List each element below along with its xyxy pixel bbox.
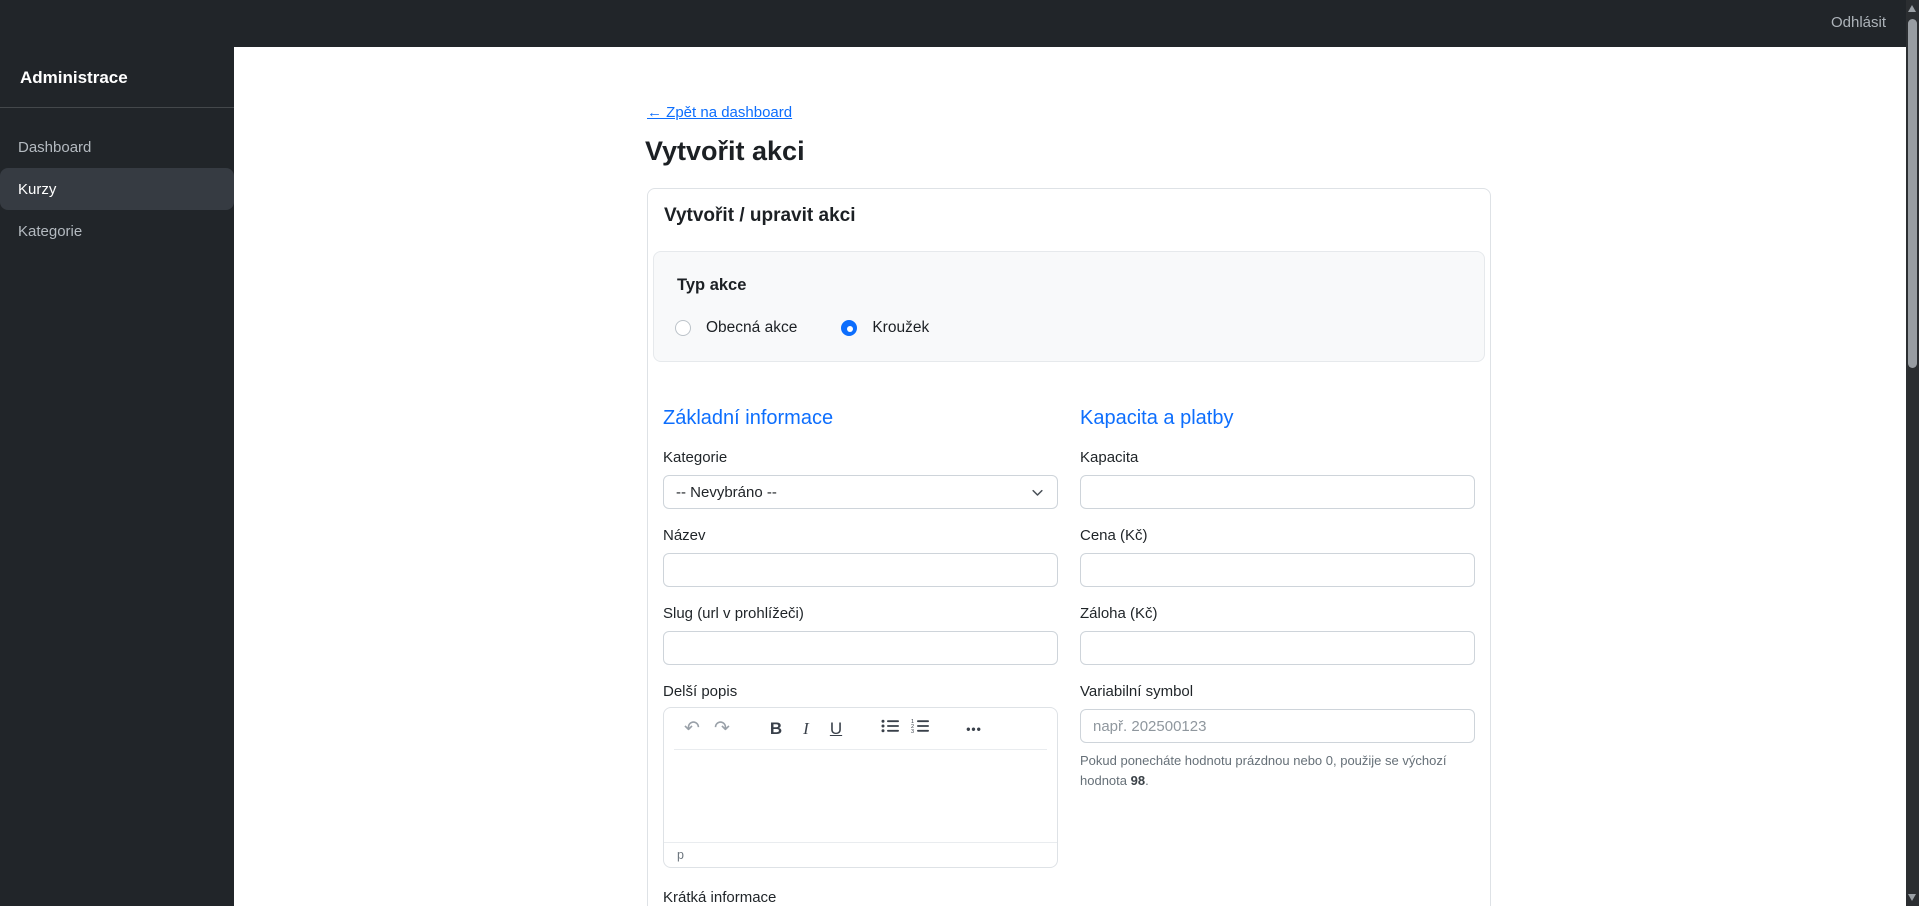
kapacita-label: Kapacita	[1080, 449, 1139, 466]
sidebar-divider	[0, 107, 234, 108]
italic-button[interactable]: I	[794, 717, 818, 741]
variabilni-symbol-label: Variabilní symbol	[1080, 683, 1194, 700]
radio-krouzek-label: Kroužek	[872, 319, 930, 336]
help-text-default-value: 98	[1130, 772, 1146, 788]
undo-icon[interactable]: ↶	[680, 717, 704, 741]
delsi-popis-label: Delší popis	[663, 683, 738, 700]
sidebar-item-kurzy[interactable]: Kurzy	[0, 168, 234, 210]
page-title: Vytvořit akci	[645, 136, 805, 166]
zaloha-input[interactable]	[1080, 631, 1475, 665]
more-tools-button[interactable]: •••	[962, 717, 986, 741]
sidebar-item-kategorie[interactable]: Kategorie	[0, 210, 234, 252]
chevron-down-icon	[1032, 489, 1043, 496]
kategorie-select[interactable]: -- Nevybráno --	[663, 475, 1058, 509]
editor-content[interactable]	[664, 750, 1057, 842]
back-to-dashboard-link[interactable]: ← Zpět na dashboard	[647, 104, 792, 121]
nazev-input[interactable]	[663, 553, 1058, 587]
slug-input[interactable]	[663, 631, 1058, 665]
rich-text-editor: ↶ ↷ B I U 1 2 3 ••• p	[663, 707, 1058, 868]
kapacita-input[interactable]	[1080, 475, 1475, 509]
type-akce-options: Obecná akce Kroužek	[675, 319, 929, 337]
help-text-suffix: .	[1145, 772, 1149, 788]
radio-unchecked-icon[interactable]	[675, 320, 691, 336]
variabilni-symbol-input[interactable]	[1080, 709, 1475, 743]
radio-krouzek[interactable]: Kroužek	[841, 319, 929, 337]
logout-link[interactable]: Odhlásit	[1831, 14, 1886, 31]
sidebar-nav: Dashboard Kurzy Kategorie	[0, 126, 234, 252]
topbar: Odhlásit	[0, 0, 1919, 47]
sidebar-item-dashboard[interactable]: Dashboard	[0, 126, 234, 168]
redo-icon[interactable]: ↷	[710, 717, 734, 741]
scroll-down-arrow-icon[interactable]	[1908, 894, 1916, 901]
numbered-list-icon[interactable]: 1 2 3	[908, 717, 932, 741]
app-title: Administrace	[20, 68, 128, 87]
bullet-list-icon[interactable]	[878, 717, 902, 741]
type-akce-panel: Typ akce Obecná akce Kroužek	[653, 251, 1485, 362]
radio-obecna-akce[interactable]: Obecná akce	[675, 319, 797, 337]
variabilni-symbol-help: Pokud ponecháte hodnotu prázdnou nebo 0,…	[1080, 751, 1475, 790]
editor-toolbar: ↶ ↷ B I U 1 2 3 •••	[664, 708, 1057, 749]
kategorie-selected-value: -- Nevybráno --	[676, 483, 777, 501]
radio-checked-icon[interactable]	[841, 320, 858, 336]
scroll-up-arrow-icon[interactable]	[1908, 5, 1916, 12]
vertical-scrollbar[interactable]	[1906, 0, 1919, 906]
editor-block-type: p	[677, 848, 684, 862]
svg-text:3: 3	[911, 729, 914, 734]
scrollbar-thumb[interactable]	[1908, 19, 1917, 368]
slug-label: Slug (url v prohlížeči)	[663, 605, 804, 622]
basic-info-column: Základní informace Kategorie -- Nevybrán…	[663, 405, 1058, 906]
capacity-payments-column: Kapacita a platby Kapacita Cena (Kč) Zál…	[1080, 405, 1475, 790]
underline-button[interactable]: U	[824, 717, 848, 741]
sidebar: Administrace Dashboard Kurzy Kategorie	[0, 0, 234, 906]
basic-info-heading: Základní informace	[663, 407, 834, 429]
cena-input[interactable]	[1080, 553, 1475, 587]
zaloha-label: Záloha (Kč)	[1080, 605, 1158, 622]
kratka-informace-label: Krátká informace	[663, 889, 777, 906]
capacity-payments-heading: Kapacita a platby	[1080, 407, 1234, 429]
bold-button[interactable]: B	[764, 717, 788, 741]
type-akce-title: Typ akce	[677, 276, 747, 294]
kategorie-label: Kategorie	[663, 449, 728, 466]
card-title: Vytvořit / upravit akci	[664, 205, 856, 226]
nazev-label: Název	[663, 527, 706, 544]
screen: Odhlásit Administrace Dashboard Kurzy Ka…	[0, 0, 1919, 906]
cena-label: Cena (Kč)	[1080, 527, 1148, 544]
radio-obecna-akce-label: Obecná akce	[706, 319, 798, 336]
editor-status-bar: p	[664, 842, 1057, 867]
